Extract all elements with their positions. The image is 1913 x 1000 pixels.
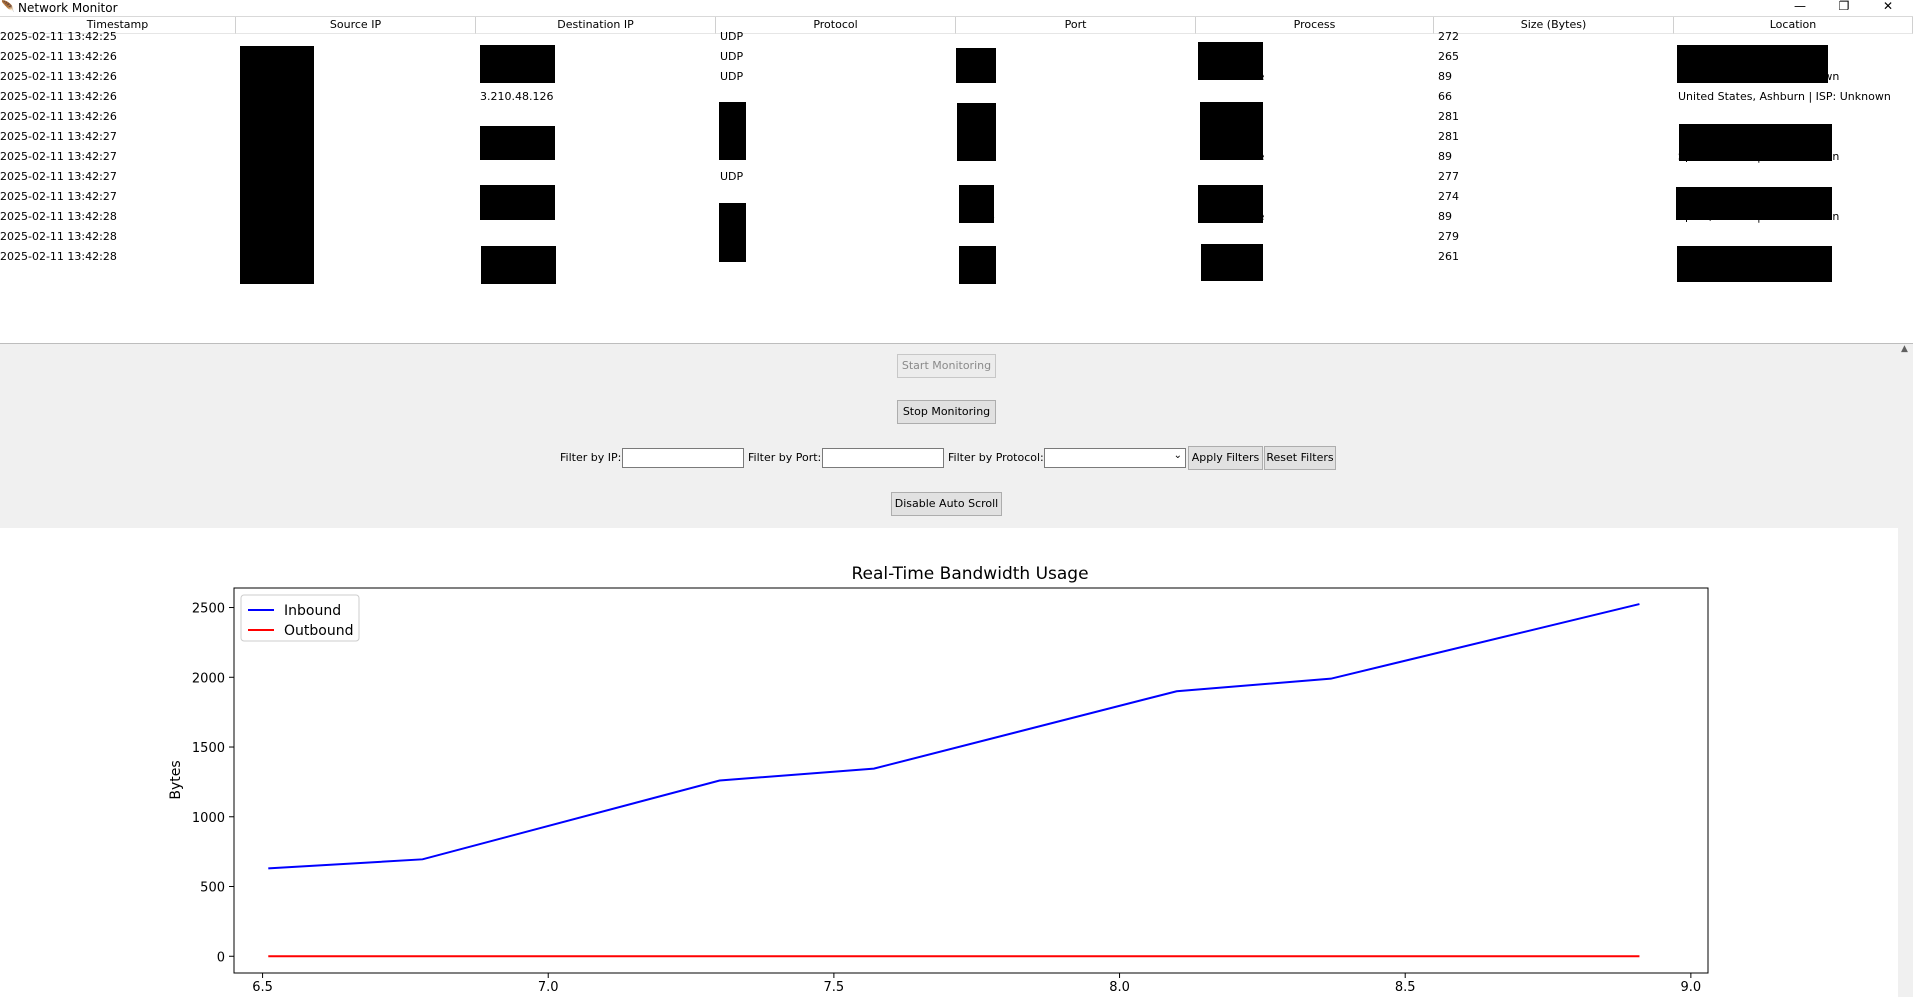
table-cell-timestamp: 2025-02-11 13:42:27 [0, 147, 117, 167]
column-header-protocol[interactable]: Protocol [716, 17, 956, 34]
disable-auto-scroll-button[interactable]: Disable Auto Scroll [891, 492, 1002, 516]
table-cell-timestamp: 2025-02-11 13:42:28 [0, 247, 117, 267]
legend-label-inbound: Inbound [284, 603, 341, 619]
minimize-icon[interactable]: — [1780, 0, 1820, 16]
bandwidth-chart: Real-Time Bandwidth Usage Bytes 6.5 7.0 7.… [0, 528, 1898, 997]
y-tick-label: 2500 [192, 602, 225, 617]
column-header-port[interactable]: Port [956, 17, 1196, 34]
column-header-process[interactable]: Process [1196, 17, 1434, 34]
column-header-size[interactable]: Size (Bytes) [1434, 17, 1674, 34]
packet-table[interactable]: TimestampSource IPDestination IPProtocol… [0, 17, 1913, 343]
vertical-scrollbar[interactable]: ▲ [1898, 344, 1913, 997]
redaction-block [956, 48, 996, 83]
y-tick-label: 1000 [192, 811, 225, 826]
apply-filters-button[interactable]: Apply Filters [1188, 446, 1263, 470]
x-tick-label: 7.5 [824, 980, 845, 995]
filter-port-label: Filter by Port: [748, 448, 821, 468]
filter-ip-input[interactable] [622, 448, 744, 468]
table-cell-protocol: UDP [720, 27, 743, 47]
filter-protocol-select[interactable]: ⌄ [1044, 448, 1186, 468]
table-cell-timestamp: 2025-02-11 13:42:26 [0, 107, 117, 127]
bandwidth-chart-svg: Real-Time Bandwidth Usage Bytes 6.5 7.0 7.… [0, 528, 1898, 997]
redaction-block [1677, 246, 1832, 282]
feather-icon: 🪶 [1, 0, 15, 13]
reset-filters-button[interactable]: Reset Filters [1264, 446, 1336, 470]
table-cell-timestamp: 2025-02-11 13:42:26 [0, 47, 117, 67]
redaction-block [480, 185, 555, 220]
controls-panel: Start Monitoring Stop Monitoring Filter … [0, 344, 1898, 528]
redaction-block [1198, 185, 1263, 223]
window-titlebar: 🪶 Network Monitor — ❐ ✕ [0, 0, 1913, 17]
table-cell-size: 274 [1438, 187, 1459, 207]
stop-monitoring-button[interactable]: Stop Monitoring [897, 400, 996, 424]
filter-protocol-label: Filter by Protocol: [948, 448, 1044, 468]
y-tick-label: 500 [200, 881, 225, 896]
redaction-block [481, 246, 556, 284]
column-header-dest-ip[interactable]: Destination IP [476, 17, 716, 34]
window-title: Network Monitor [18, 1, 118, 15]
table-cell-size: 89 [1438, 67, 1452, 87]
y-tick-label: 2000 [192, 671, 225, 686]
table-cell-size: 89 [1438, 207, 1452, 227]
x-tick-label: 8.0 [1109, 980, 1130, 995]
restore-icon[interactable]: ❐ [1824, 0, 1864, 16]
redaction-block [719, 102, 746, 160]
redaction-block [959, 185, 994, 223]
table-cell-size: 89 [1438, 147, 1452, 167]
table-cell-dest-ip: 3.210.48.126 [480, 87, 553, 107]
x-tick-label: 9.0 [1681, 980, 1702, 995]
start-monitoring-button[interactable]: Start Monitoring [897, 354, 996, 378]
x-tick-label: 6.5 [252, 980, 273, 995]
table-cell-timestamp: 2025-02-11 13:42:27 [0, 127, 117, 147]
table-cell-protocol: UDP [720, 167, 743, 187]
chart-title: Real-Time Bandwidth Usage [851, 564, 1088, 584]
redaction-block [719, 203, 746, 262]
table-cell-timestamp: 2025-02-11 13:42:27 [0, 167, 117, 187]
column-header-location[interactable]: Location [1674, 17, 1913, 34]
table-cell-location: United States, Ashburn | ISP: Unknown [1678, 87, 1891, 107]
table-cell-protocol: UDP [720, 47, 743, 67]
table-cell-size: 265 [1438, 47, 1459, 67]
redaction-block [1200, 102, 1263, 160]
redaction-block [480, 45, 555, 83]
series-line-inbound [268, 604, 1639, 868]
redaction-block [480, 126, 555, 160]
chart-legend: Inbound Outbound [241, 595, 359, 641]
table-cell-size: 281 [1438, 107, 1459, 127]
table-cell-size: 272 [1438, 27, 1459, 47]
redaction-block [1677, 45, 1828, 83]
table-cell-size: 279 [1438, 227, 1459, 247]
table-cell-protocol: UDP [720, 67, 743, 87]
table-cell-timestamp: 2025-02-11 13:42:27 [0, 187, 117, 207]
redaction-block [1679, 124, 1832, 161]
x-tick-label: 8.5 [1395, 980, 1416, 995]
table-cell-size: 261 [1438, 247, 1459, 267]
table-cell-timestamp: 2025-02-11 13:42:26 [0, 67, 117, 87]
redaction-block [1198, 42, 1263, 80]
table-cell-timestamp: 2025-02-11 13:42:25 [0, 27, 117, 47]
y-tick-label: 0 [217, 950, 225, 965]
table-cell-size: 281 [1438, 127, 1459, 147]
y-tick-label: 1500 [192, 741, 225, 756]
legend-label-outbound: Outbound [284, 623, 353, 639]
filter-ip-label: Filter by IP: [560, 448, 621, 468]
plot-frame [234, 588, 1708, 973]
table-cell-size: 277 [1438, 167, 1459, 187]
scroll-up-icon[interactable]: ▲ [1901, 344, 1908, 354]
redaction-block [1201, 244, 1263, 281]
table-cell-size: 66 [1438, 87, 1452, 107]
redaction-block [1676, 187, 1832, 220]
filter-port-input[interactable] [822, 448, 944, 468]
y-axis-label: Bytes [168, 760, 184, 799]
table-cell-timestamp: 2025-02-11 13:42:28 [0, 207, 117, 227]
redaction-block [959, 246, 996, 284]
table-cell-timestamp: 2025-02-11 13:42:26 [0, 87, 117, 107]
chevron-down-icon[interactable]: ⌄ [1174, 450, 1182, 461]
redaction-block [240, 46, 314, 284]
column-header-src-ip[interactable]: Source IP [236, 17, 476, 34]
redaction-block [957, 103, 996, 161]
close-icon[interactable]: ✕ [1868, 0, 1908, 16]
x-tick-label: 7.0 [538, 980, 559, 995]
table-cell-timestamp: 2025-02-11 13:42:28 [0, 227, 117, 247]
